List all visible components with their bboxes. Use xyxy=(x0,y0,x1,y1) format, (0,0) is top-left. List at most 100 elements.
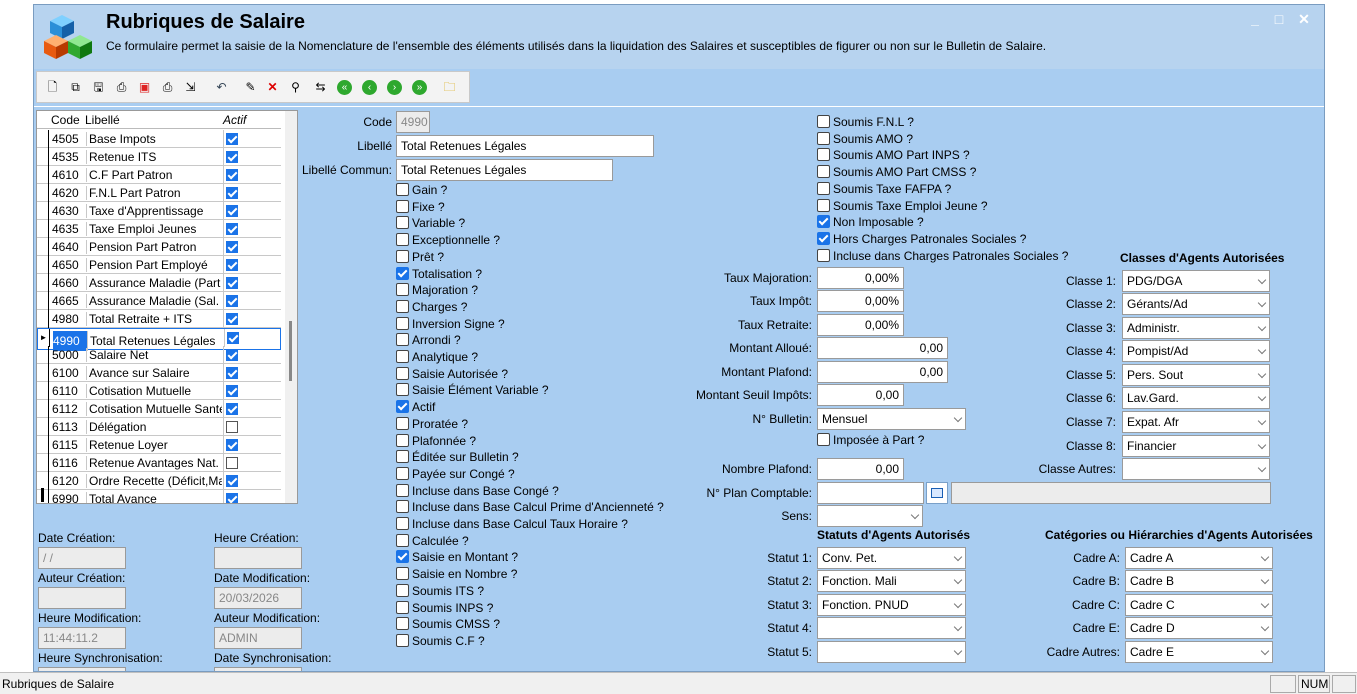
print-preview-icon[interactable]: ⎙ xyxy=(114,80,129,95)
classes-select[interactable]: Expat. Afr xyxy=(1122,411,1270,433)
option-checkbox[interactable]: Soumis AMO Part CMSS ? xyxy=(817,165,976,181)
table-row[interactable]: 4640 Pension Part Patron xyxy=(37,238,281,256)
taux-majoration-field[interactable]: 0,00% xyxy=(817,267,904,289)
classes-select[interactable]: Financier xyxy=(1122,435,1270,457)
montant-alloue-field[interactable]: 0,00 xyxy=(817,337,948,359)
export-icon[interactable]: ⇲ xyxy=(183,80,198,95)
option-checkbox[interactable]: Analytique ? xyxy=(396,350,478,366)
option-checkbox[interactable]: Incluse dans Charges Patronales Sociales… xyxy=(817,248,1068,265)
option-checkbox[interactable]: Soumis Taxe FAFPA ? xyxy=(817,181,951,198)
table-row[interactable]: 6100 Avance sur Salaire xyxy=(37,364,281,382)
categories-select[interactable]: Cadre B xyxy=(1125,570,1273,592)
table-row[interactable]: 4650 Pension Part Employé xyxy=(37,256,281,274)
option-checkbox[interactable]: Saisie en Nombre ? xyxy=(396,567,517,583)
row-actif-checkbox[interactable] xyxy=(226,367,238,379)
table-row[interactable]: 4660 Assurance Maladie (Part xyxy=(37,274,281,292)
option-checkbox[interactable]: Non Imposable ? xyxy=(817,215,924,231)
table-row[interactable]: 6113 Délégation xyxy=(37,418,281,436)
option-checkbox[interactable]: Incluse dans Base Calcul Taux Horaire ? xyxy=(396,517,628,533)
row-actif-checkbox[interactable] xyxy=(226,187,238,199)
categories-select[interactable]: Cadre D xyxy=(1125,617,1273,639)
option-checkbox[interactable]: Prêt ? xyxy=(396,249,444,266)
row-actif-checkbox[interactable] xyxy=(226,295,238,307)
option-checkbox[interactable]: Arrondi ? xyxy=(396,333,461,349)
option-checkbox[interactable]: Plafonnée ? xyxy=(396,433,476,450)
option-checkbox[interactable]: Gain ? xyxy=(396,183,447,199)
option-checkbox[interactable]: Soumis INPS ? xyxy=(396,600,493,617)
delete-icon[interactable]: ✕ xyxy=(265,80,280,95)
maximize-button[interactable]: □ xyxy=(1270,11,1288,27)
statuts-select[interactable]: Conv. Pet. xyxy=(817,547,966,569)
option-checkbox[interactable]: Payée sur Congé ? xyxy=(396,466,515,483)
option-checkbox[interactable]: Soumis AMO Part INPS ? xyxy=(817,148,970,164)
edit-icon[interactable]: ✎ xyxy=(243,80,258,95)
table-row[interactable]: 6110 Cotisation Mutuelle xyxy=(37,382,281,400)
row-actif-checkbox[interactable] xyxy=(226,277,238,289)
imposee-checkbox[interactable]: Imposée à Part ? xyxy=(817,433,924,449)
row-actif-checkbox[interactable] xyxy=(226,439,238,451)
bulletin-select[interactable]: Mensuel xyxy=(817,408,966,430)
statuts-select[interactable] xyxy=(817,617,966,639)
option-checkbox[interactable]: Soumis AMO ? xyxy=(817,131,913,148)
option-checkbox[interactable]: Incluse dans Base Congé ? xyxy=(396,483,559,500)
option-checkbox[interactable]: Inversion Signe ? xyxy=(396,316,505,333)
new-icon[interactable]: 🗋 xyxy=(45,80,60,95)
option-checkbox[interactable]: Incluse dans Base Calcul Prime d'Ancienn… xyxy=(396,500,664,516)
row-actif-checkbox[interactable] xyxy=(226,223,238,235)
option-checkbox[interactable]: Saisie Élément Variable ? xyxy=(396,383,549,399)
last-icon[interactable]: » xyxy=(412,80,427,95)
classes-select[interactable]: Pompist/Ad xyxy=(1122,340,1270,362)
row-actif-checkbox[interactable] xyxy=(227,332,239,344)
table-row[interactable]: 6120 Ordre Recette (Déficit,Ma xyxy=(37,472,281,490)
option-checkbox[interactable]: Hors Charges Patronales Sociales ? xyxy=(817,231,1026,248)
option-checkbox[interactable]: Variable ? xyxy=(396,216,465,232)
undo-icon[interactable]: ↶ xyxy=(214,80,229,95)
montant-seuil-field[interactable]: 0,00 xyxy=(817,384,904,406)
rubriques-grid[interactable]: Code Libellé Actif 4505 Base Impots 4535 Re… xyxy=(36,110,298,504)
date-creation-field[interactable]: / / xyxy=(38,547,126,569)
save-icon[interactable]: 🖫 xyxy=(91,80,106,95)
classes-select[interactable] xyxy=(1122,458,1270,480)
table-row[interactable]: 6115 Retenue Loyer xyxy=(37,436,281,454)
option-checkbox[interactable]: Éditée sur Bulletin ? xyxy=(396,450,519,466)
classes-select[interactable]: Lav.Gard. xyxy=(1122,387,1270,409)
libelle-field[interactable]: Total Retenues Légales xyxy=(396,135,654,157)
libelle-commun-field[interactable]: Total Retenues Légales xyxy=(396,159,613,181)
table-row[interactable]: 4665 Assurance Maladie (Sal. xyxy=(37,292,281,310)
sens-select[interactable] xyxy=(817,505,923,527)
table-row[interactable]: 4535 Retenue ITS xyxy=(37,148,281,166)
row-actif-checkbox[interactable] xyxy=(226,493,238,503)
option-checkbox[interactable]: Fixe ? xyxy=(396,199,445,216)
categories-select[interactable]: Cadre A xyxy=(1125,547,1273,569)
table-row[interactable]: 6990 Total Avance xyxy=(37,490,281,503)
taux-retraite-field[interactable]: 0,00% xyxy=(817,314,904,336)
next-icon[interactable]: › xyxy=(387,80,402,95)
previous-icon[interactable]: ‹ xyxy=(362,80,377,95)
classes-select[interactable]: Pers. Sout xyxy=(1122,364,1270,386)
categories-select[interactable]: Cadre E xyxy=(1125,641,1273,663)
option-checkbox[interactable]: Soumis CMSS ? xyxy=(396,617,500,633)
option-checkbox[interactable]: Soumis F.N.L ? xyxy=(817,115,914,131)
statuts-select[interactable] xyxy=(817,641,966,663)
refresh-icon[interactable]: ⇆ xyxy=(313,80,328,95)
statuts-select[interactable]: Fonction. Mali xyxy=(817,570,966,592)
row-actif-checkbox[interactable] xyxy=(226,151,238,163)
option-checkbox[interactable]: Saisie en Montant ? xyxy=(396,550,518,566)
option-checkbox[interactable]: Totalisation ? xyxy=(396,266,482,283)
montant-plafond-field[interactable]: 0,00 xyxy=(817,361,948,383)
table-row[interactable]: 4630 Taxe d'Apprentissage xyxy=(37,202,281,220)
print-icon[interactable]: ⎙ xyxy=(160,80,175,95)
row-actif-checkbox[interactable] xyxy=(226,349,238,361)
table-row[interactable]: 4635 Taxe Emploi Jeunes xyxy=(37,220,281,238)
row-actif-checkbox[interactable] xyxy=(226,457,238,469)
row-actif-checkbox[interactable] xyxy=(226,241,238,253)
table-row[interactable]: 6112 Cotisation Mutuelle Santé xyxy=(37,400,281,418)
row-actif-checkbox[interactable] xyxy=(226,385,238,397)
close-button[interactable]: ✕ xyxy=(1295,11,1313,28)
plan-comptable-lookup-button[interactable] xyxy=(926,482,948,504)
row-actif-checkbox[interactable] xyxy=(226,133,238,145)
column-header-code[interactable]: Code xyxy=(51,113,80,127)
option-checkbox[interactable]: Actif xyxy=(396,400,435,416)
row-actif-checkbox[interactable] xyxy=(226,313,238,325)
option-checkbox[interactable]: Charges ? xyxy=(396,299,467,316)
